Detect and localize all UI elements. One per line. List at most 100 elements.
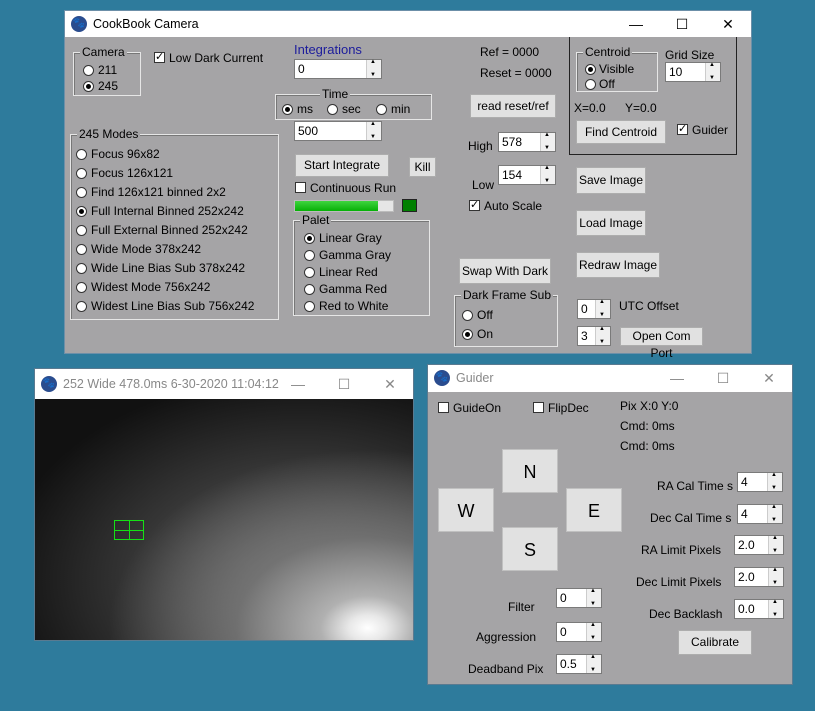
- time-legend: Time: [320, 87, 351, 101]
- flip-dec-label: FlipDec: [548, 401, 589, 415]
- low-dark-current-checkbox[interactable]: ✓: [154, 52, 165, 63]
- save-image-button[interactable]: Save Image: [576, 167, 646, 194]
- minimize-icon[interactable]: —: [654, 365, 700, 392]
- low-spinner[interactable]: 154: [498, 165, 556, 185]
- mode-option-radio[interactable]: [76, 282, 87, 293]
- high-spinner[interactable]: 578: [498, 132, 556, 152]
- south-button[interactable]: S: [502, 527, 558, 571]
- mode-option-radio[interactable]: [76, 301, 87, 312]
- main-window-title: CookBook Camera: [93, 17, 199, 31]
- filter-spinner[interactable]: 0: [556, 588, 602, 608]
- deadband-value: 0.5: [560, 657, 577, 671]
- ra-limit-spinner[interactable]: 2.0: [734, 535, 784, 555]
- integrations-spinner[interactable]: 0: [294, 59, 382, 79]
- app-paw-icon: 🐾: [71, 16, 87, 32]
- palet-option-radio[interactable]: [304, 250, 315, 261]
- low-label: Low: [472, 178, 495, 192]
- camera-image[interactable]: [35, 399, 413, 640]
- ra-limit-label: RA Limit Pixels: [641, 543, 722, 557]
- read-reset-ref-button[interactable]: read reset/ref: [470, 94, 556, 118]
- integrations-value: 0: [298, 62, 305, 76]
- close-icon[interactable]: ✕: [705, 11, 751, 37]
- utc-offset-spinner[interactable]: 0: [577, 299, 611, 319]
- mode-option-radio[interactable]: [76, 244, 87, 255]
- dark-sub-off-label: Off: [477, 308, 493, 322]
- minimize-icon[interactable]: —: [613, 11, 659, 37]
- maximize-icon[interactable]: ☐: [700, 365, 746, 392]
- image-title-bar[interactable]: 🐾 252 Wide 478.0ms 6-30-2020 11:04:12 — …: [35, 369, 413, 399]
- swap-with-dark-button[interactable]: Swap With Dark: [459, 258, 551, 284]
- com-port-spinner[interactable]: 3: [577, 326, 611, 346]
- palet-option-radio[interactable]: [304, 233, 315, 244]
- close-icon[interactable]: ✕: [746, 365, 792, 392]
- pix-readout: Pix X:0 Y:0: [620, 399, 679, 413]
- palet-option-radio[interactable]: [304, 301, 315, 312]
- palet-option-radio[interactable]: [304, 284, 315, 295]
- camera-legend: Camera: [80, 45, 127, 59]
- minimize-icon[interactable]: —: [275, 369, 321, 399]
- guider-client-area: GuideOn FlipDec Pix X:0 Y:0 Cmd: 0ms Cmd…: [428, 392, 792, 684]
- ra-cal-time-spinner[interactable]: 4: [737, 472, 783, 492]
- ra-cal-time-value: 4: [741, 475, 748, 489]
- flip-dec-checkbox[interactable]: [533, 402, 544, 413]
- utc-offset-value: 0: [581, 302, 588, 316]
- dec-limit-spinner[interactable]: 2.0: [734, 567, 784, 587]
- maximize-icon[interactable]: ☐: [659, 11, 705, 37]
- dec-cal-time-value: 4: [741, 507, 748, 521]
- close-icon[interactable]: ✕: [367, 369, 413, 399]
- dark-frame-sub-legend: Dark Frame Sub: [461, 288, 554, 302]
- auto-scale-checkbox[interactable]: ✓: [469, 200, 480, 211]
- guide-on-checkbox[interactable]: [438, 402, 449, 413]
- mode-option-label: Widest Line Bias Sub 756x242: [91, 299, 255, 313]
- grid-size-value: 10: [669, 65, 683, 79]
- continuous-run-checkbox[interactable]: [295, 182, 306, 193]
- centroid-crosshair-v: [129, 521, 130, 539]
- camera-211-radio[interactable]: [83, 65, 94, 76]
- time-value: 500: [298, 124, 319, 138]
- find-centroid-button[interactable]: Find Centroid: [576, 120, 666, 144]
- kill-button[interactable]: Kill: [409, 157, 436, 177]
- mode-option-radio[interactable]: [76, 168, 87, 179]
- centroid-legend: Centroid: [583, 45, 633, 59]
- dec-backlash-spinner[interactable]: 0.0: [734, 599, 784, 619]
- centroid-visible-radio[interactable]: [585, 64, 596, 75]
- mode-option-radio[interactable]: [76, 187, 87, 198]
- palet-option-radio[interactable]: [304, 267, 315, 278]
- guider-label: Guider: [692, 123, 729, 137]
- east-button[interactable]: E: [566, 488, 622, 532]
- redraw-image-button[interactable]: Redraw Image: [576, 252, 660, 278]
- maximize-icon[interactable]: ☐: [321, 369, 367, 399]
- main-title-bar[interactable]: 🐾 CookBook Camera — ☐ ✕: [65, 11, 751, 37]
- aggression-label: Aggression: [476, 630, 537, 644]
- load-image-button[interactable]: Load Image: [576, 210, 646, 236]
- palet-option-label: Gamma Red: [319, 282, 388, 296]
- guider-checkbox[interactable]: ✓: [677, 124, 688, 135]
- cookbook-camera-window: 🐾 CookBook Camera — ☐ ✕ Camera 211 245 ✓…: [64, 10, 752, 360]
- dark-sub-on-radio[interactable]: [462, 329, 473, 340]
- time-ms-radio[interactable]: [282, 104, 293, 115]
- auto-scale-label: Auto Scale: [484, 199, 543, 213]
- calibrate-button[interactable]: Calibrate: [678, 630, 752, 655]
- time-sec-radio[interactable]: [327, 104, 338, 115]
- aggression-spinner[interactable]: 0: [556, 622, 602, 642]
- dec-cal-time-label: Dec Cal Time s: [650, 511, 732, 525]
- west-button[interactable]: W: [438, 488, 494, 532]
- start-integrate-button[interactable]: Start Integrate: [295, 154, 389, 177]
- north-button[interactable]: N: [502, 449, 558, 493]
- time-value-spinner[interactable]: 500: [294, 121, 382, 141]
- open-com-port-button[interactable]: Open Com Port: [620, 327, 703, 360]
- mode-option-radio[interactable]: [76, 206, 87, 217]
- deadband-spinner[interactable]: 0.5: [556, 654, 602, 674]
- palet-legend: Palet: [300, 213, 332, 227]
- mode-option-radio[interactable]: [76, 225, 87, 236]
- guider-title-bar[interactable]: 🐾 Guider — ☐ ✕: [428, 365, 792, 392]
- dec-cal-time-spinner[interactable]: 4: [737, 504, 783, 524]
- dark-sub-off-radio[interactable]: [462, 310, 473, 321]
- mode-option-label: Widest Mode 756x242: [91, 280, 211, 294]
- mode-option-radio[interactable]: [76, 263, 87, 274]
- centroid-off-radio[interactable]: [585, 79, 596, 90]
- grid-size-spinner[interactable]: 10: [665, 62, 721, 82]
- time-min-radio[interactable]: [376, 104, 387, 115]
- camera-245-radio[interactable]: [83, 81, 94, 92]
- mode-option-radio[interactable]: [76, 149, 87, 160]
